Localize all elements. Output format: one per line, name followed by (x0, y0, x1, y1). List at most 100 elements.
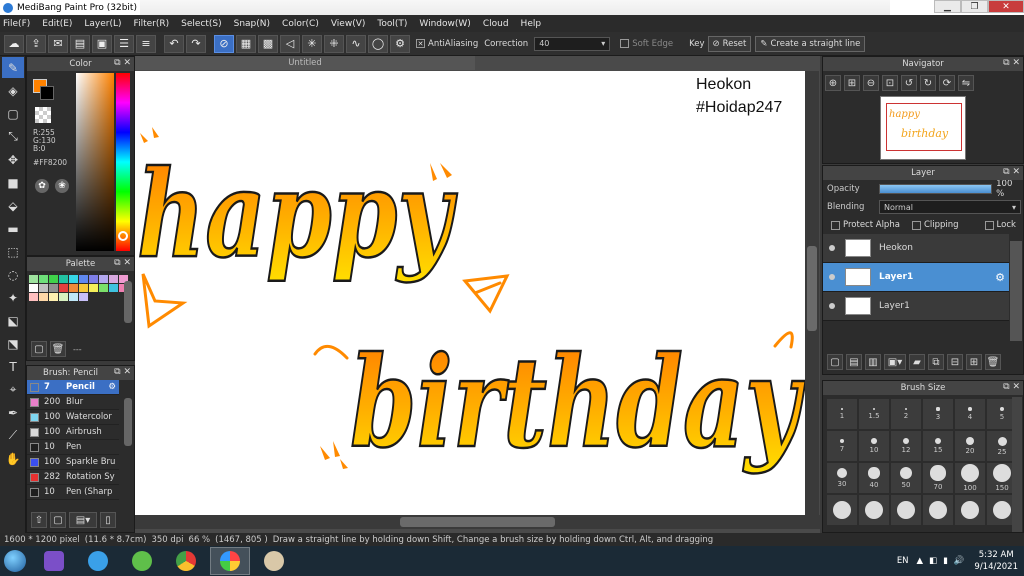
share-icon[interactable]: ⇪ (26, 34, 46, 53)
brush-size-scrollbar[interactable] (1012, 397, 1022, 532)
palette-swatch[interactable] (79, 293, 88, 301)
palette-swatch[interactable] (69, 284, 78, 292)
shape-tool-icon[interactable]: ▢ (2, 103, 24, 124)
gradient-tool-icon[interactable]: ▬ (2, 218, 24, 239)
lock-checkbox[interactable] (984, 220, 994, 230)
clock[interactable]: 5:32 AM 9/14/2021 (974, 549, 1018, 573)
background-color-swatch[interactable] (40, 86, 54, 100)
select-tool-icon[interactable]: ⬚ (2, 241, 24, 262)
brush-item[interactable]: 10 Pen (27, 440, 119, 455)
navigator-preview[interactable]: happy birthday (880, 96, 966, 160)
delete-layer-icon[interactable]: 🗑 (985, 354, 1001, 370)
add-layer-dropdown-icon[interactable]: ▣▾ (884, 354, 906, 370)
brush-delete-icon[interactable]: ▯ (100, 512, 116, 528)
new-layer-icon[interactable]: ▢ (827, 354, 843, 370)
close-button[interactable]: ✕ (988, 0, 1024, 13)
rotate-right-icon[interactable]: ↻ (920, 75, 936, 91)
hue-slider[interactable] (116, 73, 130, 251)
reset-button[interactable]: ⊘ Reset (707, 35, 752, 52)
flip-icon[interactable]: ⇋ (958, 75, 974, 91)
brush-size-cell[interactable]: 70 (923, 463, 953, 493)
brush-item[interactable]: 100 Sparkle Bru (27, 455, 119, 470)
taskbar-coccoc[interactable] (122, 547, 162, 575)
minimize-button[interactable]: ▁ (934, 0, 961, 13)
maximize-button[interactable]: ❐ (961, 0, 988, 13)
layer-row[interactable]: Heokon (823, 234, 1009, 263)
magic-wand-tool-icon[interactable]: ✦ (2, 287, 24, 308)
menu-view[interactable]: View(V) (331, 19, 366, 29)
brush-add-icon[interactable]: ▢ (50, 512, 66, 528)
palette-swatch[interactable] (49, 275, 58, 283)
transparent-color-swatch[interactable] (35, 107, 51, 123)
brush-size-cell[interactable] (859, 495, 889, 525)
brush-size-cell[interactable]: 3 (923, 399, 953, 429)
vertical-scroll-thumb[interactable] (807, 246, 817, 331)
palette-swatch[interactable] (69, 293, 78, 301)
opacity-slider[interactable] (878, 184, 993, 194)
palette-swatch[interactable] (99, 275, 108, 283)
taskbar-chrome[interactable] (166, 547, 206, 575)
palette-swatch[interactable] (89, 284, 98, 292)
brush-size-cell[interactable] (923, 495, 953, 525)
palette-swatch[interactable] (59, 284, 68, 292)
palette-swatch[interactable] (49, 284, 58, 292)
zoom-fit-icon[interactable]: ⊞ (844, 75, 860, 91)
merge-layer-icon[interactable]: ⊟ (947, 354, 963, 370)
menu-cloud[interactable]: Cloud (483, 19, 509, 29)
fill-rect-tool-icon[interactable]: ■ (2, 172, 24, 193)
brush-size-cell[interactable]: 40 (859, 463, 889, 493)
cloud-icon[interactable]: ☁ (4, 34, 24, 53)
brush-item[interactable]: 7 Pencil ⚙ (27, 380, 119, 395)
tray-arrow-icon[interactable]: ▲ (917, 556, 924, 566)
layer-visibility-icon[interactable] (823, 303, 841, 309)
snap-settings-icon[interactable]: ⚙ (390, 34, 410, 53)
zoom-in-icon[interactable]: ⊕ (825, 75, 841, 91)
hand-tool-icon[interactable]: ✋ (2, 448, 24, 469)
layer-visibility-icon[interactable] (823, 245, 841, 251)
brush-size-cell[interactable]: 7 (827, 431, 857, 461)
palette-swatch[interactable] (29, 293, 38, 301)
clipping-checkbox[interactable] (911, 220, 921, 230)
new-palette-icon[interactable]: ▢ (31, 341, 47, 357)
brush-item[interactable]: 100 Watercolor (27, 410, 119, 425)
language-indicator[interactable]: EN (897, 556, 909, 566)
document-icon[interactable]: ▤ (70, 34, 90, 53)
new-halftone-layer-icon[interactable]: ▤ (846, 354, 862, 370)
bucket-tool-icon[interactable]: ⬙ (2, 195, 24, 216)
layer-row[interactable]: Layer1 ⚙ (823, 263, 1009, 292)
palette-swatch[interactable] (59, 275, 68, 283)
radial-snap-icon[interactable]: ✳ (302, 34, 322, 53)
brush-item[interactable]: 10 Pen (Sharp (27, 485, 119, 500)
dot-tool-icon[interactable]: ⤡ (2, 126, 24, 147)
drawing-canvas[interactable]: happy birthday Heokon #Hoidap247 (135, 71, 805, 515)
brush-size-cell[interactable]: 2 (891, 399, 921, 429)
select-eraser-tool-icon[interactable]: ⬔ (2, 333, 24, 354)
panel-close-icon[interactable]: ⧉ ✕ (114, 258, 131, 268)
brush-item[interactable]: 282 Rotation Sy (27, 470, 119, 485)
duplicate-layer-icon[interactable]: ⧉ (928, 354, 944, 370)
canvas-horizontal-scrollbar[interactable] (135, 515, 820, 529)
zoom-out-icon[interactable]: ⊖ (863, 75, 879, 91)
brush-item[interactable]: 200 Blur (27, 395, 119, 410)
layer-list-scrollbar[interactable] (1010, 241, 1022, 341)
layer-properties-icon[interactable]: ⊞ (966, 354, 982, 370)
panel-close-icon[interactable]: ⧉ ✕ (114, 58, 131, 68)
volume-icon[interactable]: 🔊 (954, 556, 965, 566)
palette-swatch[interactable] (79, 275, 88, 283)
operation-tool-icon[interactable]: ⌖ (2, 379, 24, 400)
select-pen-tool-icon[interactable]: ⬕ (2, 310, 24, 331)
brush-size-cell[interactable] (955, 495, 985, 525)
brush-cloud-icon[interactable]: ⇧ (31, 512, 47, 528)
brush-size-cell[interactable]: 10 (859, 431, 889, 461)
menu-color[interactable]: Color(C) (282, 19, 319, 29)
antialiasing-checkbox[interactable]: ✕ (416, 39, 425, 48)
properties-icon[interactable]: ≡ (136, 34, 156, 53)
comment-icon[interactable]: ✉ (48, 34, 68, 53)
palette-swatch[interactable] (49, 293, 58, 301)
delete-palette-icon[interactable]: 🗑 (50, 341, 66, 357)
radial-line-snap-icon[interactable]: ⁜ (324, 34, 344, 53)
actual-size-icon[interactable]: ⊡ (882, 75, 898, 91)
brush-size-cell[interactable]: 12 (891, 431, 921, 461)
palette-swatch[interactable] (99, 284, 108, 292)
menu-filter[interactable]: Filter(R) (134, 19, 170, 29)
